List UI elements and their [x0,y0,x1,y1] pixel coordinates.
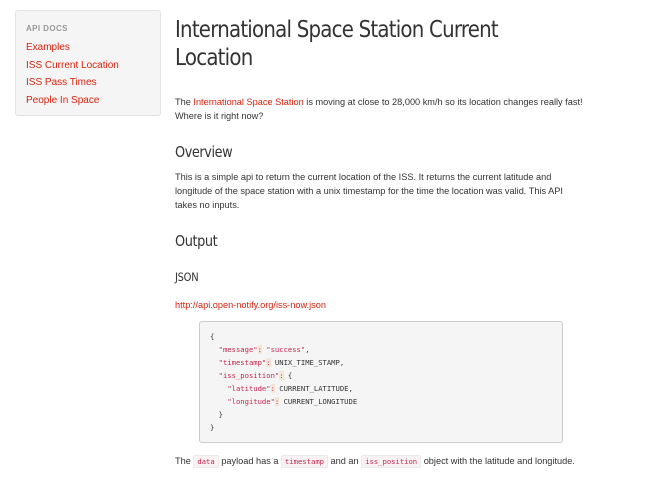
output-heading: Output [175,232,218,250]
sidebar-link-iss-current-location[interactable]: ISS Current Location [26,60,119,71]
code-message-value: "success" [266,345,306,354]
payload-text-3: and an [327,456,362,466]
code-colon: : [266,358,271,367]
inline-code-iss-position: iss_position [361,455,422,468]
sidebar-nav: API DOCS Examples ISS Current Location I… [15,10,161,116]
inline-code-timestamp: timestamp [281,455,328,468]
payload-text-4: object with the latitude and longitude. [421,456,575,466]
code-open-brace: { [210,332,215,341]
sidebar-link-iss-pass-times[interactable]: ISS Pass Times [26,77,97,88]
code-colon: : [279,371,284,380]
overview-heading-wrap: Overview [175,143,242,161]
code-iss-position-key: "iss_position" [218,371,280,380]
code-latitude-value: CURRENT_LATITUDE, [279,384,353,393]
intro-text-before: The [175,97,194,107]
code-colon: : [257,345,262,354]
json-heading: JSON [175,270,199,284]
overview-paragraph: This is a simple api to return the curre… [175,172,563,210]
code-close-brace: } [210,423,215,432]
output-heading-wrap: Output [175,232,224,250]
json-heading-wrap: JSON [175,270,202,284]
sidebar-heading: API DOCS [26,24,68,33]
code-colon: : [274,397,280,406]
sidebar-item-people-in-space: People In Space [26,92,150,110]
code-colon: : [270,384,275,393]
code-timestamp-value: UNIX_TIME_STAMP, [274,358,345,367]
iss-wiki-link[interactable]: International Space Station [193,97,303,107]
payload-text-1: The [175,456,194,466]
title-wrap: International Space Station Current Loca… [175,14,615,72]
page-title: International Space Station Current Loca… [175,17,499,71]
page: API DOCS Examples ISS Current Location I… [0,0,656,484]
payload-text-2: payload has a [218,456,282,466]
intro-paragraph: The International Space Station is movin… [175,95,585,123]
overview-heading: Overview [175,143,233,161]
payload-description: The data payload has a timestamp and an … [175,454,615,469]
code-longitude-key: "longitude" [227,397,275,406]
endpoint-link[interactable]: http://api.open-notify.org/iss-now.json [175,299,326,311]
sidebar-link-examples[interactable]: Examples [26,42,70,53]
code-iss-open-brace: { [287,371,293,380]
code-iss-close-brace: } [218,410,223,419]
inline-code-data: data [193,455,219,468]
code-longitude-value: CURRENT_LONGITUDE [283,397,358,406]
json-code-block: { "message": "success", "timestamp": UNI… [199,321,563,443]
sidebar-item-iss-current-location: ISS Current Location [26,57,150,75]
sidebar-item-iss-pass-times: ISS Pass Times [26,74,150,92]
sidebar-item-examples: Examples [26,39,150,57]
code-message-key: "message" [218,345,258,354]
sidebar-link-people-in-space[interactable]: People In Space [26,95,99,106]
code-latitude-key: "latitude" [227,384,271,393]
sidebar-list: Examples ISS Current Location ISS Pass T… [26,39,150,109]
code-timestamp-key: "timestamp" [218,358,267,367]
